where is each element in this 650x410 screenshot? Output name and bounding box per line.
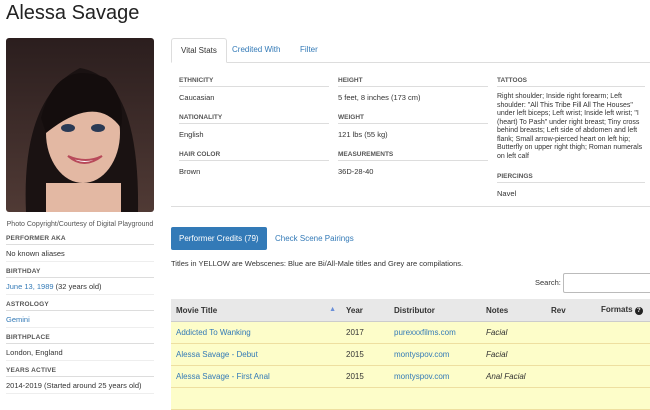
tattoos-label: TATTOOS: [497, 75, 645, 87]
nationality-value: English: [179, 130, 204, 139]
birthday-link[interactable]: June 13, 1989: [6, 282, 54, 291]
piercings-label: PIERCINGS: [497, 171, 645, 183]
height-value: 5 feet, 8 inches (173 cm): [338, 93, 421, 102]
sidebar-value-birthplace: London, England: [6, 344, 154, 361]
movie-title-cell: [171, 387, 341, 410]
table-row: Addicted To Wanking 2017 purexxxfilms.co…: [171, 321, 650, 344]
distributor-link[interactable]: purexxxfilms.com: [394, 328, 456, 337]
col-distributor[interactable]: Distributor: [389, 299, 481, 322]
sidebar-value-years-active: 2014-2019 (Started around 25 years old): [6, 377, 154, 394]
tab-bar: Vital Stats Credited With Filter: [171, 38, 650, 63]
weight-label: WEIGHT: [338, 112, 488, 124]
formats-cell: [596, 321, 650, 344]
table-row: Alessa Savage - Debut 2015 montyspov.com…: [171, 343, 650, 366]
performer-photo: [6, 38, 154, 212]
formats-cell: [596, 387, 650, 410]
distributor-link[interactable]: montyspov.com: [394, 372, 449, 381]
height-label: HEIGHT: [338, 75, 488, 87]
nationality-label: NATIONALITY: [179, 112, 329, 124]
haircolor-label: HAIR COLOR: [179, 149, 329, 161]
col-notes[interactable]: Notes: [481, 299, 546, 322]
col-formats[interactable]: Formats ?: [596, 299, 650, 322]
sidebar-label-aka: PERFORMER AKA: [6, 229, 154, 245]
tattoos-value: Right shoulder; Inside right forearm; Le…: [497, 93, 643, 160]
table-row: Alessa Savage - First Anal 2015 montyspo…: [171, 365, 650, 388]
check-scene-pairings-link[interactable]: Check Scene Pairings: [275, 234, 354, 243]
rev-cell: [546, 365, 596, 388]
sidebar-value-birthday: June 13, 1989 (32 years old): [6, 278, 154, 295]
tab-vital-stats[interactable]: Vital Stats: [171, 38, 227, 63]
year-cell: 2015: [341, 365, 389, 388]
table-row: [171, 387, 650, 410]
notes-cell: [481, 387, 546, 410]
tab-credited-with[interactable]: Credited With: [223, 38, 289, 61]
tab-filter[interactable]: Filter: [291, 38, 327, 61]
sidebar: Photo Copyright/Courtesy of Digital Play…: [6, 38, 154, 394]
sidebar-value-aka: No known aliases: [6, 245, 154, 262]
performer-credits-button[interactable]: Performer Credits (79): [171, 227, 267, 250]
sidebar-label-astrology: ASTROLOGY: [6, 295, 154, 311]
notes-cell: Anal Facial: [481, 365, 546, 388]
col-movie-title[interactable]: Movie Title ▲: [171, 299, 341, 322]
movie-title-link[interactable]: Alessa Savage - Debut: [176, 350, 258, 359]
sidebar-label-years-active: YEARS ACTIVE: [6, 361, 154, 377]
distributor-cell: [389, 387, 481, 410]
movie-title-link[interactable]: Addicted To Wanking: [176, 328, 251, 337]
sidebar-label-birthday: BIRTHDAY: [6, 262, 154, 278]
page-title: Alessa Savage: [6, 2, 140, 24]
rev-cell: [546, 387, 596, 410]
legend-note: Titles in YELLOW are Webscenes: Blue are…: [171, 259, 464, 268]
notes-cell: Facial: [481, 321, 546, 344]
rev-cell: [546, 343, 596, 366]
distributor-link[interactable]: montyspov.com: [394, 350, 449, 359]
formats-cell: [596, 365, 650, 388]
movie-title-link[interactable]: Alessa Savage - First Anal: [176, 372, 270, 381]
weight-value: 121 lbs (55 kg): [338, 130, 388, 139]
rev-cell: [546, 321, 596, 344]
birthday-age: (32 years old): [55, 282, 102, 291]
credits-table: Movie Title ▲ Year Distributor Notes Rev …: [171, 299, 650, 410]
col-year[interactable]: Year: [341, 299, 389, 322]
year-cell: 2015: [341, 343, 389, 366]
year-cell: [341, 387, 389, 410]
measurements-label: MEASUREMENTS: [338, 149, 488, 161]
measurements-value: 36D-28-40: [338, 167, 374, 176]
search-input[interactable]: [563, 273, 650, 293]
astrology-link[interactable]: Gemini: [6, 315, 30, 324]
year-cell: 2017: [341, 321, 389, 344]
formats-cell: [596, 343, 650, 366]
photo-caption: Photo Copyright/Courtesy of Digital Play…: [6, 221, 154, 228]
ethnicity-label: ETHNICITY: [179, 75, 329, 87]
notes-cell: Facial: [481, 343, 546, 366]
ethnicity-value: Caucasian: [179, 93, 215, 102]
sort-asc-icon: ▲: [329, 305, 336, 313]
piercings-value: Navel: [497, 189, 517, 198]
vital-stats-panel: ETHNICITY Caucasian NATIONALITY English …: [171, 63, 650, 207]
help-icon: ?: [634, 307, 643, 315]
haircolor-value: Brown: [179, 167, 201, 176]
table-header-row: Movie Title ▲ Year Distributor Notes Rev …: [171, 299, 650, 322]
main-content: Vital Stats Credited With Filter ETHNICI…: [171, 38, 650, 410]
sidebar-label-birthplace: BIRTHPLACE: [6, 328, 154, 344]
search-label: Search:: [535, 278, 561, 287]
sidebar-value-astrology: Gemini: [6, 311, 154, 328]
col-rev[interactable]: Rev: [546, 299, 596, 322]
